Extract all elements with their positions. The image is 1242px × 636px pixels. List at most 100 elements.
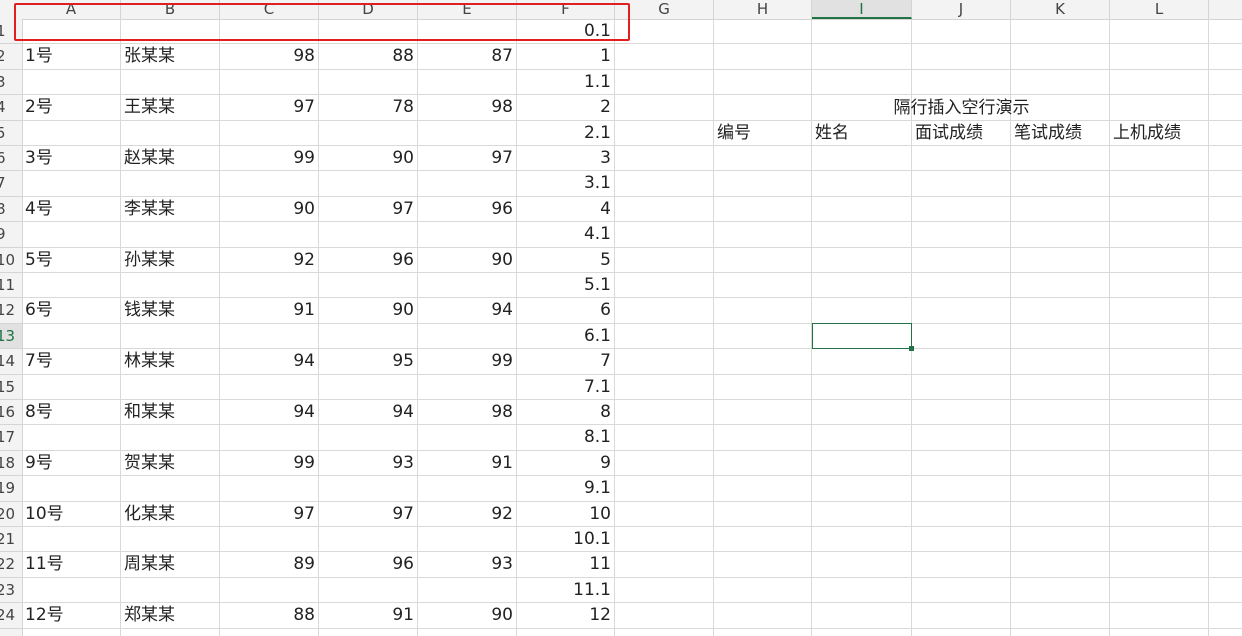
cell-A23[interactable] — [22, 578, 121, 603]
cell-B23[interactable] — [121, 578, 220, 603]
cell-E22[interactable]: 93 — [418, 552, 517, 577]
cell-D11[interactable] — [319, 273, 418, 298]
cell-A22[interactable]: 11号 — [22, 552, 121, 577]
row-header-19[interactable]: 19 — [0, 476, 22, 502]
demo-header-1[interactable]: 编号 — [714, 121, 812, 146]
cell-A6[interactable]: 3号 — [22, 146, 121, 171]
cell-F3[interactable]: 1.1 — [517, 70, 615, 95]
row-header-11[interactable]: 11 — [0, 273, 22, 299]
column-header-F[interactable]: F — [517, 0, 615, 19]
cell-D24[interactable]: 91 — [319, 603, 418, 628]
cell-D9[interactable] — [319, 222, 418, 247]
cell-C18[interactable]: 99 — [220, 451, 319, 476]
cell-B4[interactable]: 王某某 — [121, 95, 220, 120]
cell-C19[interactable] — [220, 476, 319, 501]
cell-F6[interactable]: 3 — [517, 146, 615, 171]
cell-D5[interactable] — [319, 121, 418, 146]
cell-D10[interactable]: 96 — [319, 248, 418, 273]
cell-D22[interactable]: 96 — [319, 552, 418, 577]
demo-header-2[interactable]: 姓名 — [812, 121, 912, 146]
column-header-J[interactable]: J — [912, 0, 1011, 19]
active-cell-I13[interactable] — [812, 323, 912, 349]
cell-F8[interactable]: 4 — [517, 197, 615, 222]
column-header-A[interactable]: A — [22, 0, 121, 19]
row-header-2[interactable]: 2 — [0, 44, 22, 70]
cell-D4[interactable]: 78 — [319, 95, 418, 120]
cell-A21[interactable] — [22, 527, 121, 552]
cell-F4[interactable]: 2 — [517, 95, 615, 120]
row-header-23[interactable]: 23 — [0, 578, 22, 604]
row-header-1[interactable]: 1 — [0, 19, 22, 45]
row-header-22[interactable]: 22 — [0, 552, 22, 578]
cell-B5[interactable] — [121, 121, 220, 146]
row-header-5[interactable]: 5 — [0, 121, 22, 146]
cell-E6[interactable]: 97 — [418, 146, 517, 171]
cell-F19[interactable]: 9.1 — [517, 476, 615, 501]
column-header-C[interactable]: C — [220, 0, 319, 19]
row-header-4[interactable]: 4 — [0, 95, 22, 121]
row-header-3[interactable]: 3 — [0, 70, 22, 96]
cell-C24[interactable]: 88 — [220, 603, 319, 628]
cell-F24[interactable]: 12 — [517, 603, 615, 628]
cell-E24[interactable]: 90 — [418, 603, 517, 628]
cell-A5[interactable] — [22, 121, 121, 146]
cell-A24[interactable]: 12号 — [22, 603, 121, 628]
cell-E11[interactable] — [418, 273, 517, 298]
cell-B3[interactable] — [121, 70, 220, 95]
row-header-6[interactable]: 6 — [0, 146, 22, 172]
demo-header-3[interactable]: 面试成绩 — [912, 121, 1011, 146]
cell-C22[interactable]: 89 — [220, 552, 319, 577]
cell-A19[interactable] — [22, 476, 121, 501]
cell-C13[interactable] — [220, 324, 319, 349]
cell-E13[interactable] — [418, 324, 517, 349]
cell-A14[interactable]: 7号 — [22, 349, 121, 374]
cell-B22[interactable]: 周某某 — [121, 552, 220, 577]
cell-A7[interactable] — [22, 171, 121, 196]
cell-F1[interactable]: 0.1 — [517, 19, 615, 44]
row-header-7[interactable]: 7 — [0, 171, 22, 197]
row-header-24[interactable]: 24 — [0, 603, 22, 629]
cell-D8[interactable]: 97 — [319, 197, 418, 222]
fill-handle[interactable] — [909, 346, 914, 351]
cell-E16[interactable]: 98 — [418, 400, 517, 425]
cell-B18[interactable]: 贺某某 — [121, 451, 220, 476]
cell-A12[interactable]: 6号 — [22, 298, 121, 323]
cell-D12[interactable]: 90 — [319, 298, 418, 323]
cell-B24[interactable]: 郑某某 — [121, 603, 220, 628]
column-header-K[interactable]: K — [1011, 0, 1110, 19]
cell-E10[interactable]: 90 — [418, 248, 517, 273]
cell-C11[interactable] — [220, 273, 319, 298]
cell-D15[interactable] — [319, 375, 418, 400]
cell-F21[interactable]: 10.1 — [517, 527, 615, 552]
cell-B15[interactable] — [121, 375, 220, 400]
cell-D13[interactable] — [319, 324, 418, 349]
cell-B16[interactable]: 和某某 — [121, 400, 220, 425]
cell-D2[interactable]: 88 — [319, 44, 418, 69]
cell-D19[interactable] — [319, 476, 418, 501]
cell-D14[interactable]: 95 — [319, 349, 418, 374]
cell-F7[interactable]: 3.1 — [517, 171, 615, 196]
cell-A16[interactable]: 8号 — [22, 400, 121, 425]
cell-A3[interactable] — [22, 70, 121, 95]
cell-F15[interactable]: 7.1 — [517, 375, 615, 400]
cell-E17[interactable] — [418, 425, 517, 450]
row-header-12[interactable]: 12 — [0, 298, 22, 324]
cell-C20[interactable]: 97 — [220, 502, 319, 527]
cell-E5[interactable] — [418, 121, 517, 146]
cell-C4[interactable]: 97 — [220, 95, 319, 120]
cell-D3[interactable] — [319, 70, 418, 95]
cell-B11[interactable] — [121, 273, 220, 298]
cell-D23[interactable] — [319, 578, 418, 603]
cell-B8[interactable]: 李某某 — [121, 197, 220, 222]
row-header-10[interactable]: 10 — [0, 248, 22, 273]
cell-E9[interactable] — [418, 222, 517, 247]
cell-C17[interactable] — [220, 425, 319, 450]
cell-F12[interactable]: 6 — [517, 298, 615, 323]
cell-C2[interactable]: 98 — [220, 44, 319, 69]
cell-D16[interactable]: 94 — [319, 400, 418, 425]
cell-E4[interactable]: 98 — [418, 95, 517, 120]
row-header-20[interactable]: 20 — [0, 502, 22, 527]
cell-F11[interactable]: 5.1 — [517, 273, 615, 298]
cell-D21[interactable] — [319, 527, 418, 552]
cell-F16[interactable]: 8 — [517, 400, 615, 425]
